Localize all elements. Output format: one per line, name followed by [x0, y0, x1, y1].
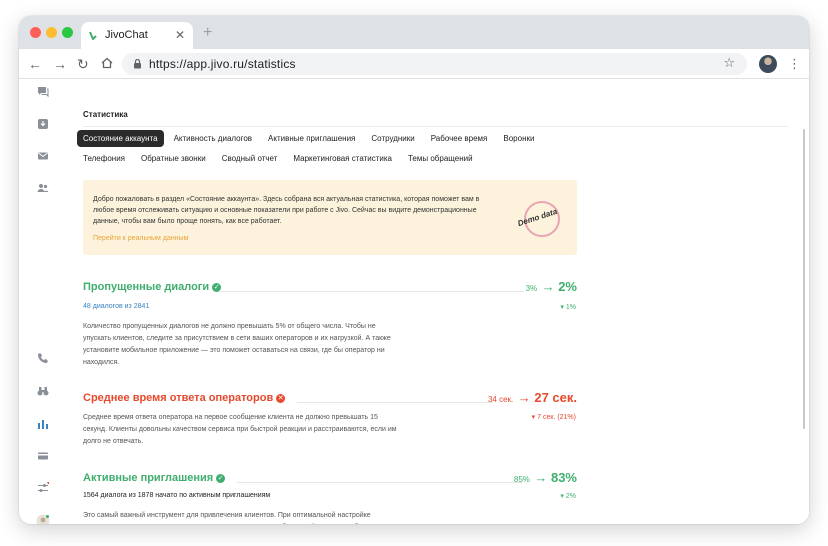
inbox-download-icon[interactable]	[37, 118, 49, 130]
back-arrow-icon[interactable]: ←	[28, 55, 42, 73]
tab-request-topics[interactable]: Темы обращений	[402, 150, 479, 167]
close-window-button[interactable]	[30, 27, 41, 38]
phone-icon[interactable]	[37, 352, 49, 364]
chat-bubble-icon[interactable]	[37, 86, 49, 98]
metric-delta: ▾ 1%	[560, 304, 576, 311]
bar-chart-icon[interactable]	[37, 418, 49, 430]
lock-icon	[134, 58, 141, 69]
metric-title-text: Активные приглашения	[83, 472, 214, 484]
arrow-right-icon: →	[534, 470, 551, 485]
metric-title-text: Пропущенные диалоги	[83, 281, 210, 293]
home-icon[interactable]	[101, 57, 113, 69]
metric-divider	[297, 402, 493, 403]
tab-callbacks[interactable]: Обратные звонки	[135, 150, 212, 167]
metric-delta: ▾ 2%	[560, 493, 576, 500]
arrow-right-icon: →	[517, 390, 535, 405]
binoculars-icon[interactable]	[37, 385, 49, 397]
browser-tab[interactable]: JivoChat ✕	[81, 22, 193, 49]
welcome-banner: Добро пожаловать в раздел «Состояние акк…	[83, 180, 577, 255]
forward-arrow-icon[interactable]: →	[53, 55, 67, 73]
reload-icon[interactable]: ↻	[77, 55, 89, 73]
metric-divider	[220, 291, 524, 292]
team-icon[interactable]	[37, 182, 49, 194]
page-scrollbar[interactable]	[803, 129, 805, 429]
metric-delta: ▾ 7 сек. (21%)	[531, 414, 576, 421]
tab-employees[interactable]: Сотрудники	[365, 130, 420, 147]
tab-working-hours[interactable]: Рабочее время	[425, 130, 494, 147]
browser-menu-icon[interactable]: ⋮	[788, 55, 801, 73]
maximize-window-button[interactable]	[62, 27, 73, 38]
tab-title: JivoChat	[105, 29, 148, 41]
page-title: Статистика	[83, 110, 128, 119]
banner-text: Добро пожаловать в раздел «Состояние акк…	[93, 196, 480, 225]
tab-bar: JivoChat ✕ +	[19, 16, 809, 49]
metric-description: Среднее время ответа оператора на первое…	[83, 414, 397, 445]
real-data-link[interactable]: Перейти к реальным данным	[93, 235, 188, 242]
new-tab-button[interactable]: +	[203, 24, 212, 42]
metric-description: Это самый важный инструмент для привлече…	[83, 512, 371, 519]
check-circle-icon: ✓	[216, 474, 226, 483]
app-sidebar	[19, 79, 67, 524]
tab-active-invitations[interactable]: Активные приглашения	[262, 130, 361, 147]
sliders-icon[interactable]	[37, 482, 49, 494]
metric-response-time-title: Среднее время ответа операторов ✕	[83, 392, 286, 404]
metric-missed-dialogs-title: Пропущенные диалоги ✓	[83, 281, 222, 293]
metric-active-invitations-value: 85% → 83%	[514, 469, 577, 487]
statistics-tabs-row-2: Телефония Обратные звонки Сводный отчет …	[77, 149, 483, 167]
metric-active-invitations-title: Активные приглашения ✓	[83, 472, 226, 484]
browser-window: JivoChat ✕ + ← → ↻ https://app.jivo.ru/s…	[19, 16, 809, 524]
old-value: 34 сек.	[487, 395, 514, 404]
tab-marketing-statistics[interactable]: Маркетинговая статистика	[287, 150, 398, 167]
new-value: 2%	[558, 279, 577, 294]
new-value: 27 сек.	[534, 390, 577, 405]
browser-toolbar: ← → ↻ https://app.jivo.ru/statistics ☆ ⋮	[19, 49, 809, 79]
metric-subtitle[interactable]: 48 диалогов из 2841	[83, 303, 149, 310]
profile-avatar[interactable]	[759, 55, 777, 73]
profile-icon[interactable]	[36, 514, 50, 524]
statistics-tabs-row-1: Состояние аккаунта Активность диалогов А…	[77, 129, 544, 147]
old-value: 85%	[513, 475, 530, 484]
metric-divider	[237, 482, 522, 483]
tab-close-icon[interactable]: ✕	[175, 28, 185, 42]
new-value: 83%	[550, 470, 577, 485]
address-bar[interactable]: https://app.jivo.ru/statistics ☆	[122, 53, 747, 75]
metric-subtitle: 1564 диалога из 1878 начато по активным …	[83, 492, 271, 499]
old-value: 3%	[525, 284, 538, 293]
metric-title-text: Среднее время ответа операторов	[83, 392, 274, 404]
tab-telephony[interactable]: Телефония	[77, 150, 131, 167]
jivo-logo-icon	[89, 31, 97, 40]
statistics-page: Статистика Состояние аккаунта Активность…	[67, 79, 809, 524]
tab-account-status[interactable]: Состояние аккаунта	[77, 129, 164, 147]
arrow-right-icon: →	[541, 279, 559, 294]
mail-icon[interactable]	[37, 150, 49, 162]
tab-summary-report[interactable]: Сводный отчет	[216, 150, 284, 167]
tab-funnels[interactable]: Воронки	[497, 130, 540, 147]
card-icon[interactable]	[37, 450, 49, 462]
tab-dialog-activity[interactable]: Активность диалогов	[168, 130, 258, 147]
metric-description: Количество пропущенных диалогов не должн…	[83, 323, 391, 366]
bookmark-star-icon[interactable]: ☆	[723, 55, 735, 71]
url-text: https://app.jivo.ru/statistics	[149, 57, 296, 71]
metric-missed-dialogs-value: 3% → 2%	[526, 278, 577, 296]
minimize-window-button[interactable]	[46, 27, 57, 38]
metric-response-time-value: 34 сек. → 27 сек.	[488, 389, 577, 407]
title-divider	[83, 126, 788, 127]
cross-circle-icon: ✕	[276, 394, 286, 403]
